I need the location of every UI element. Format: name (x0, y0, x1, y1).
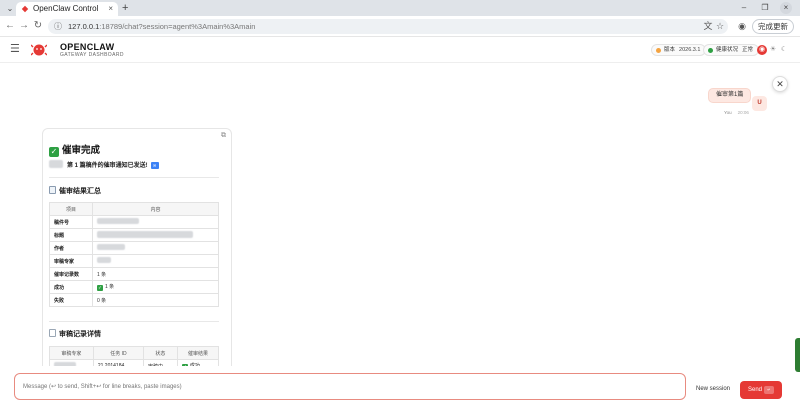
table-header: 内容 (92, 202, 219, 216)
table-header-row: 项目 内容 (49, 202, 219, 216)
browser-toolbar: ← → ↻ ⓘ 127.0.0.1:18789/chat?session=age… (0, 16, 800, 37)
star-icon[interactable]: ☆ (714, 20, 726, 32)
redacted-avatar (49, 160, 63, 168)
check-mark-icon: ✓ (49, 147, 59, 157)
health-pill: 健康状况 正常 (703, 44, 760, 56)
version-dot-icon (656, 48, 661, 53)
redacted-text (97, 218, 139, 224)
clipboard-icon (49, 186, 56, 194)
notice-line: 第 1 篇稿件的催审通知已发送! ✉ (49, 160, 159, 171)
row-key: 催审记录数 (49, 267, 93, 281)
user-message-bubble: 催审第1篇 (708, 88, 752, 103)
assistant-heading: ✓ 催审完成 (49, 145, 101, 157)
row-value (92, 215, 219, 229)
theme-system-icon[interactable]: ◉ (757, 45, 767, 55)
send-label: Send (748, 387, 763, 393)
table-header: 任务 ID (92, 346, 144, 360)
site-info-icon[interactable]: ⓘ (54, 21, 62, 32)
check-mark-icon: ✓ (97, 285, 103, 291)
url-text: 127.0.0.1:18789/chat?session=agent%3Amai… (68, 22, 256, 31)
update-button[interactable]: 完成更新 (752, 19, 794, 34)
hamburger-menu-icon[interactable]: ☰ (10, 43, 20, 55)
redacted-text (97, 244, 125, 250)
table-row: 失败 0 条 (49, 293, 219, 307)
translate-icon[interactable]: 文 (702, 20, 714, 32)
forward-icon[interactable]: → (18, 20, 30, 32)
theme-light-icon[interactable]: ☀ (768, 45, 778, 55)
tab-search-chevron-icon[interactable]: ⌄ (4, 3, 16, 14)
row-value (92, 241, 219, 255)
message-input[interactable] (14, 373, 686, 400)
reload-icon[interactable]: ↻ (32, 20, 44, 32)
send-button[interactable]: Send ↵ (740, 381, 782, 399)
user-avatar: U (752, 96, 767, 111)
row-key: 失败 (49, 293, 93, 307)
openclaw-logo-icon (31, 44, 47, 56)
app-header: ☰ OPENCLAW GATEWAY DASHBOARD 版本 2026.3.1 … (0, 37, 800, 63)
minimize-icon[interactable]: – (738, 2, 750, 14)
new-session-button[interactable]: New session (690, 381, 736, 397)
health-dot-icon (708, 48, 713, 53)
table-header: 状态 (142, 346, 178, 360)
browser-tab-strip: ⌄ OpenClaw Control × + – ❐ × (0, 0, 800, 16)
redacted-text (97, 257, 111, 263)
brand-subtitle: GATEWAY DASHBOARD (60, 52, 124, 58)
document-icon (49, 329, 56, 337)
divider (49, 321, 219, 322)
summary-title: 催审结果汇总 (49, 186, 101, 196)
row-key: 稿件号 (49, 215, 93, 229)
copy-icon[interactable]: ⧉ (221, 132, 226, 140)
table-row: 催审记录数 1 条 (49, 267, 219, 281)
table-row: 稿件号 (49, 215, 219, 229)
table-header: 审稿专家 (49, 346, 94, 360)
row-key: 作者 (49, 241, 93, 255)
brand-name: OPENCLAW (60, 42, 115, 52)
row-value (92, 228, 219, 242)
records-title: 审稿记录详情 (49, 329, 101, 339)
user-message-meta: You 20:06 (724, 110, 749, 115)
window-close-icon[interactable]: × (780, 2, 792, 14)
summary-table: 项目 内容 稿件号 标题 作者 审稿专家 催审记录数 1 条 成功 ✓1 条 (49, 202, 219, 307)
table-header: 催审结果 (176, 346, 220, 360)
table-row: 作者 (49, 241, 219, 255)
address-bar[interactable]: ⓘ 127.0.0.1:18789/chat?session=agent%3Am… (48, 19, 728, 34)
tab-close-icon[interactable]: × (108, 2, 113, 16)
row-value: ✓ 1 条 (92, 280, 219, 294)
browser-tab[interactable]: OpenClaw Control × (16, 2, 118, 16)
enter-key-icon: ↵ (764, 386, 774, 394)
row-value (92, 254, 219, 268)
close-icon[interactable]: ✕ (772, 76, 788, 92)
restore-icon[interactable]: ❐ (759, 2, 771, 14)
row-value: 0 条 (92, 293, 219, 307)
openclaw-favicon-icon (21, 5, 29, 13)
row-value: 1 条 (92, 267, 219, 281)
table-header-row: 审稿专家 任务 ID 状态 催审结果 (49, 346, 220, 360)
version-pill: 版本 2026.3.1 (651, 44, 707, 56)
profile-icon[interactable]: ◉ (736, 20, 748, 32)
table-row: 审稿专家 (49, 254, 219, 268)
theme-dark-icon[interactable]: ☾ (779, 45, 789, 55)
table-row: 成功 ✓ 1 条 (49, 280, 219, 294)
table-row: 标题 (49, 228, 219, 242)
back-icon[interactable]: ← (4, 20, 16, 32)
email-icon: ✉ (150, 162, 159, 169)
new-tab-button[interactable]: + (122, 1, 128, 15)
side-panel-handle[interactable] (795, 338, 800, 372)
table-header: 项目 (49, 202, 93, 216)
row-key: 成功 (49, 280, 93, 294)
row-key: 审稿专家 (49, 254, 93, 268)
divider (49, 177, 219, 178)
row-key: 标题 (49, 228, 93, 242)
redacted-text (97, 230, 193, 238)
tab-title: OpenClaw Control (33, 4, 99, 13)
